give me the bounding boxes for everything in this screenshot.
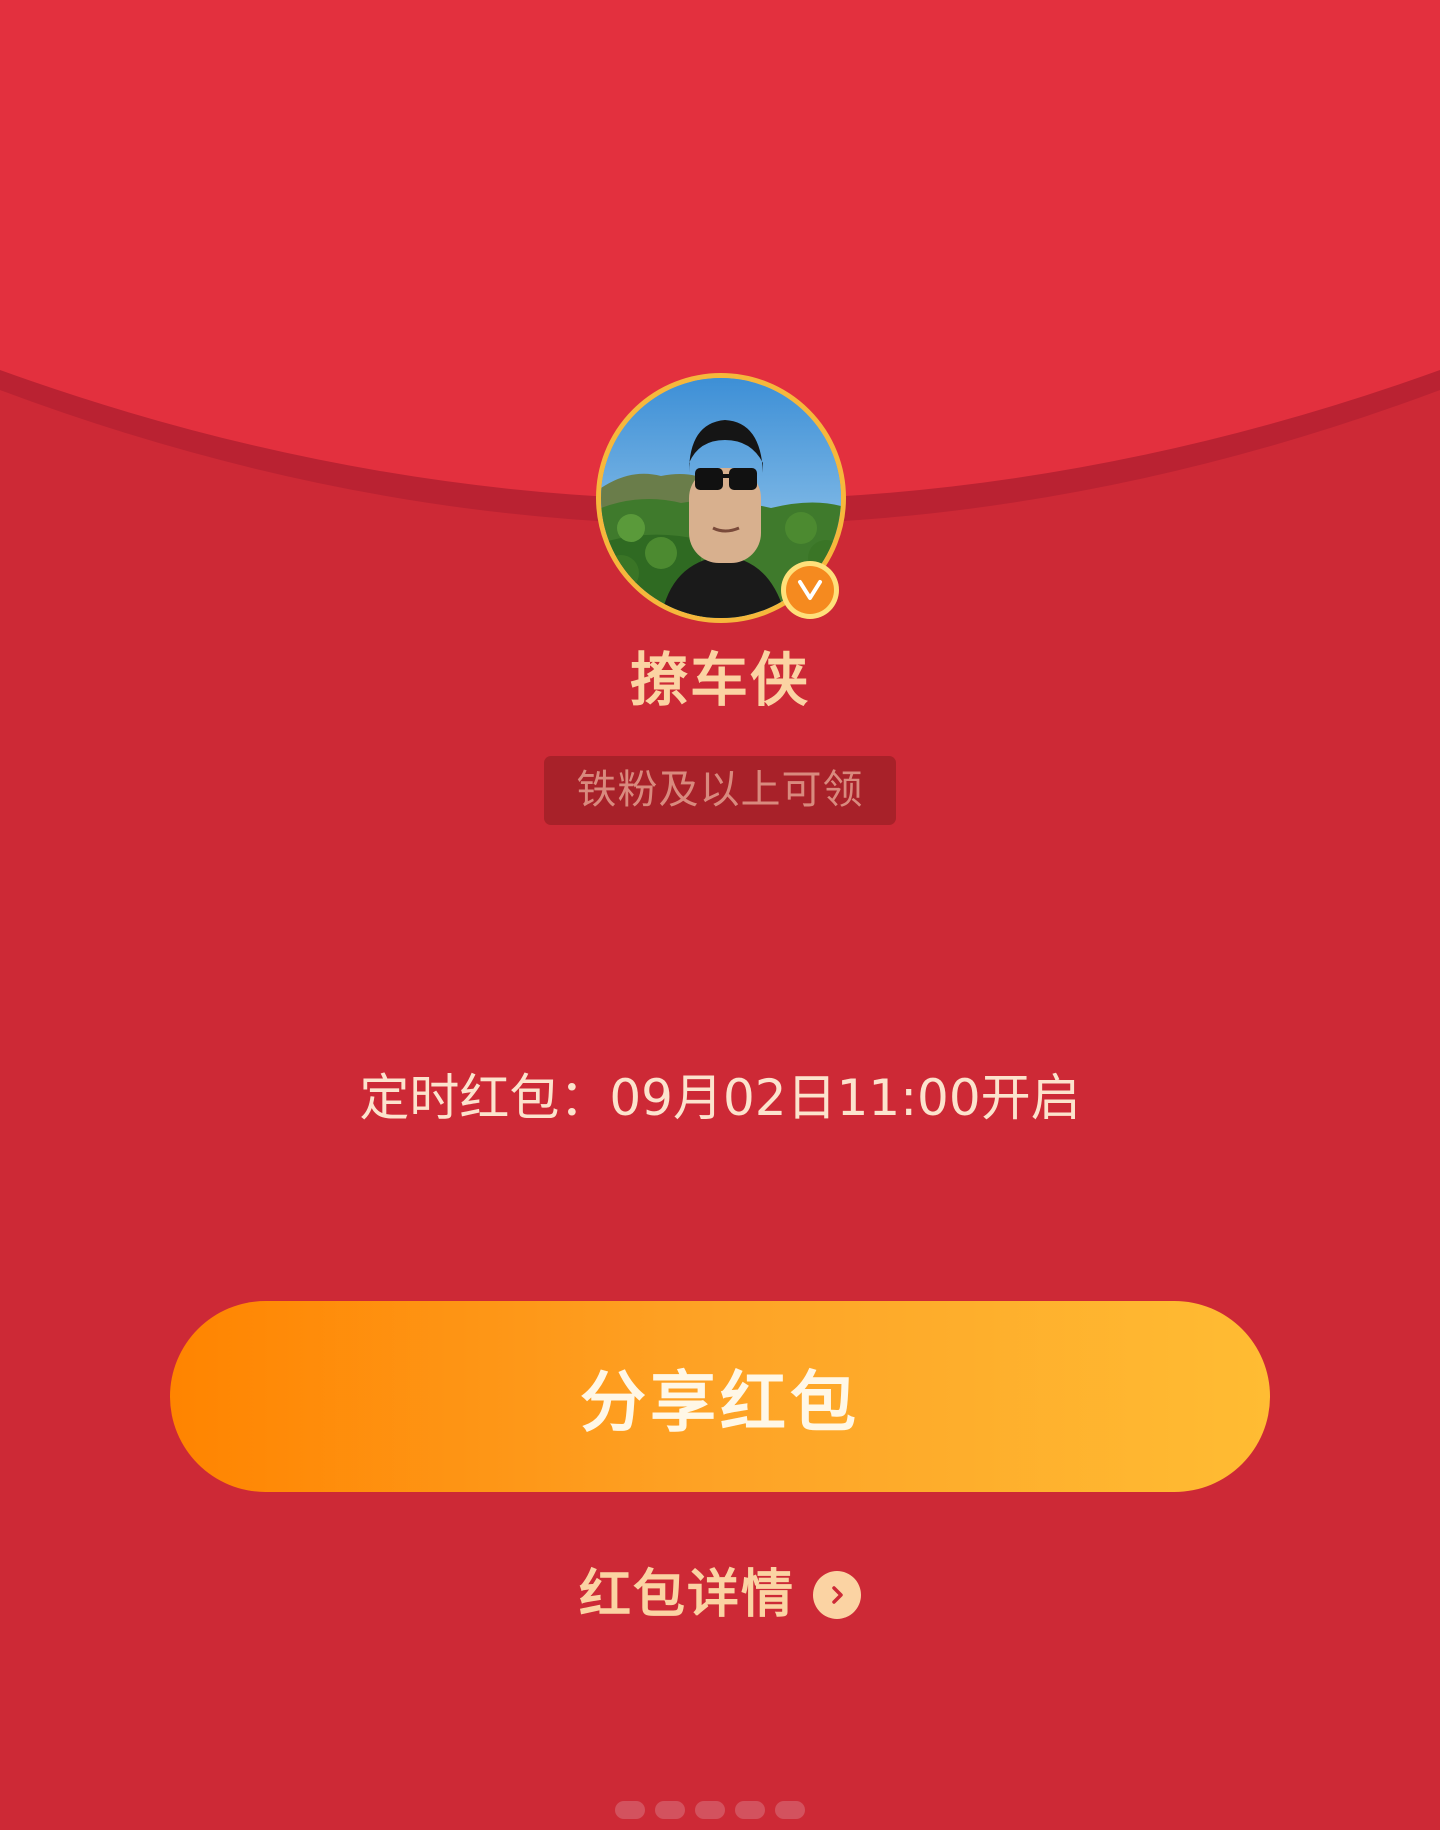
verified-v-icon <box>781 561 839 619</box>
sender-name: 撩车侠 <box>629 646 810 714</box>
watermark-icon <box>615 1801 805 1819</box>
timed-envelope-status: 定时红包：09月02日11:00开启 <box>359 1069 1081 1127</box>
chevron-right-circle-icon <box>813 1571 861 1619</box>
red-envelope-details-link[interactable]: 红包详情 <box>0 1560 1440 1630</box>
verified-badge-inner <box>786 566 834 614</box>
chevron-right-icon <box>832 1586 843 1604</box>
share-red-envelope-button[interactable]: 分享红包 <box>170 1301 1270 1492</box>
red-envelope-screen: 撩车侠 铁粉及以上可领 定时红包：09月02日11:00开启 分享红包 红包详情 <box>0 0 1440 1830</box>
v-glyph-icon <box>798 580 822 600</box>
details-label: 红包详情 <box>578 1565 795 1625</box>
eligibility-badge: 铁粉及以上可领 <box>544 756 896 825</box>
